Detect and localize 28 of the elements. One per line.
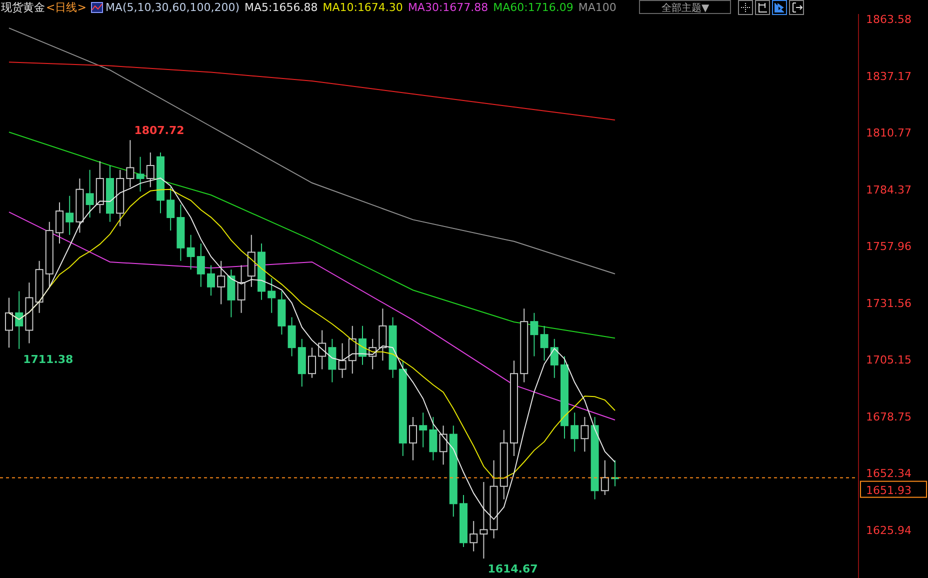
ma-legend-value: MA60:1716.09 <box>493 0 574 14</box>
price-axis-label: 1652.34 <box>866 467 912 480</box>
price-axis-label: 1731.56 <box>866 296 912 310</box>
ma-legend-value: MA10:1674.30 <box>322 0 403 14</box>
ma-legend-value: MA5:1656.88 <box>244 0 318 14</box>
exit-icon[interactable] <box>789 0 804 14</box>
period-label[interactable]: <日线> <box>46 0 86 14</box>
price-axis-label: 1810.77 <box>866 126 912 140</box>
ma-legend-value: MA100 <box>578 0 616 14</box>
indicator-label: MA(5,10,30,60,100,200) <box>105 0 240 14</box>
chart-icon[interactable] <box>91 2 104 12</box>
price-axis-label: 1757.96 <box>866 240 912 253</box>
price-axis-label: 1863.58 <box>866 14 912 26</box>
price-axis-label: 1625.94 <box>866 524 912 537</box>
ma-legend-value: MA30:1677.88 <box>408 0 488 14</box>
theme-dropdown[interactable]: 全部主题▼ <box>639 0 732 14</box>
price-axis-label: 1705.15 <box>866 354 912 366</box>
price-extreme-label: 1807.72 <box>134 124 184 138</box>
range-icon[interactable] <box>755 0 770 14</box>
price-axis-label: 1784.37 <box>866 183 912 196</box>
price-axis-label: 1678.75 <box>866 410 912 424</box>
price-extreme-label: 1711.38 <box>23 352 74 366</box>
price-extreme-label: 1614.67 <box>488 562 538 576</box>
crosshair-icon[interactable] <box>738 0 754 14</box>
play-icon[interactable] <box>772 0 788 14</box>
price-axis-label: 1837.17 <box>866 70 912 83</box>
current-price-tag: 1651.93 <box>860 480 927 498</box>
instrument-title: 现货黄金 <box>1 0 45 14</box>
